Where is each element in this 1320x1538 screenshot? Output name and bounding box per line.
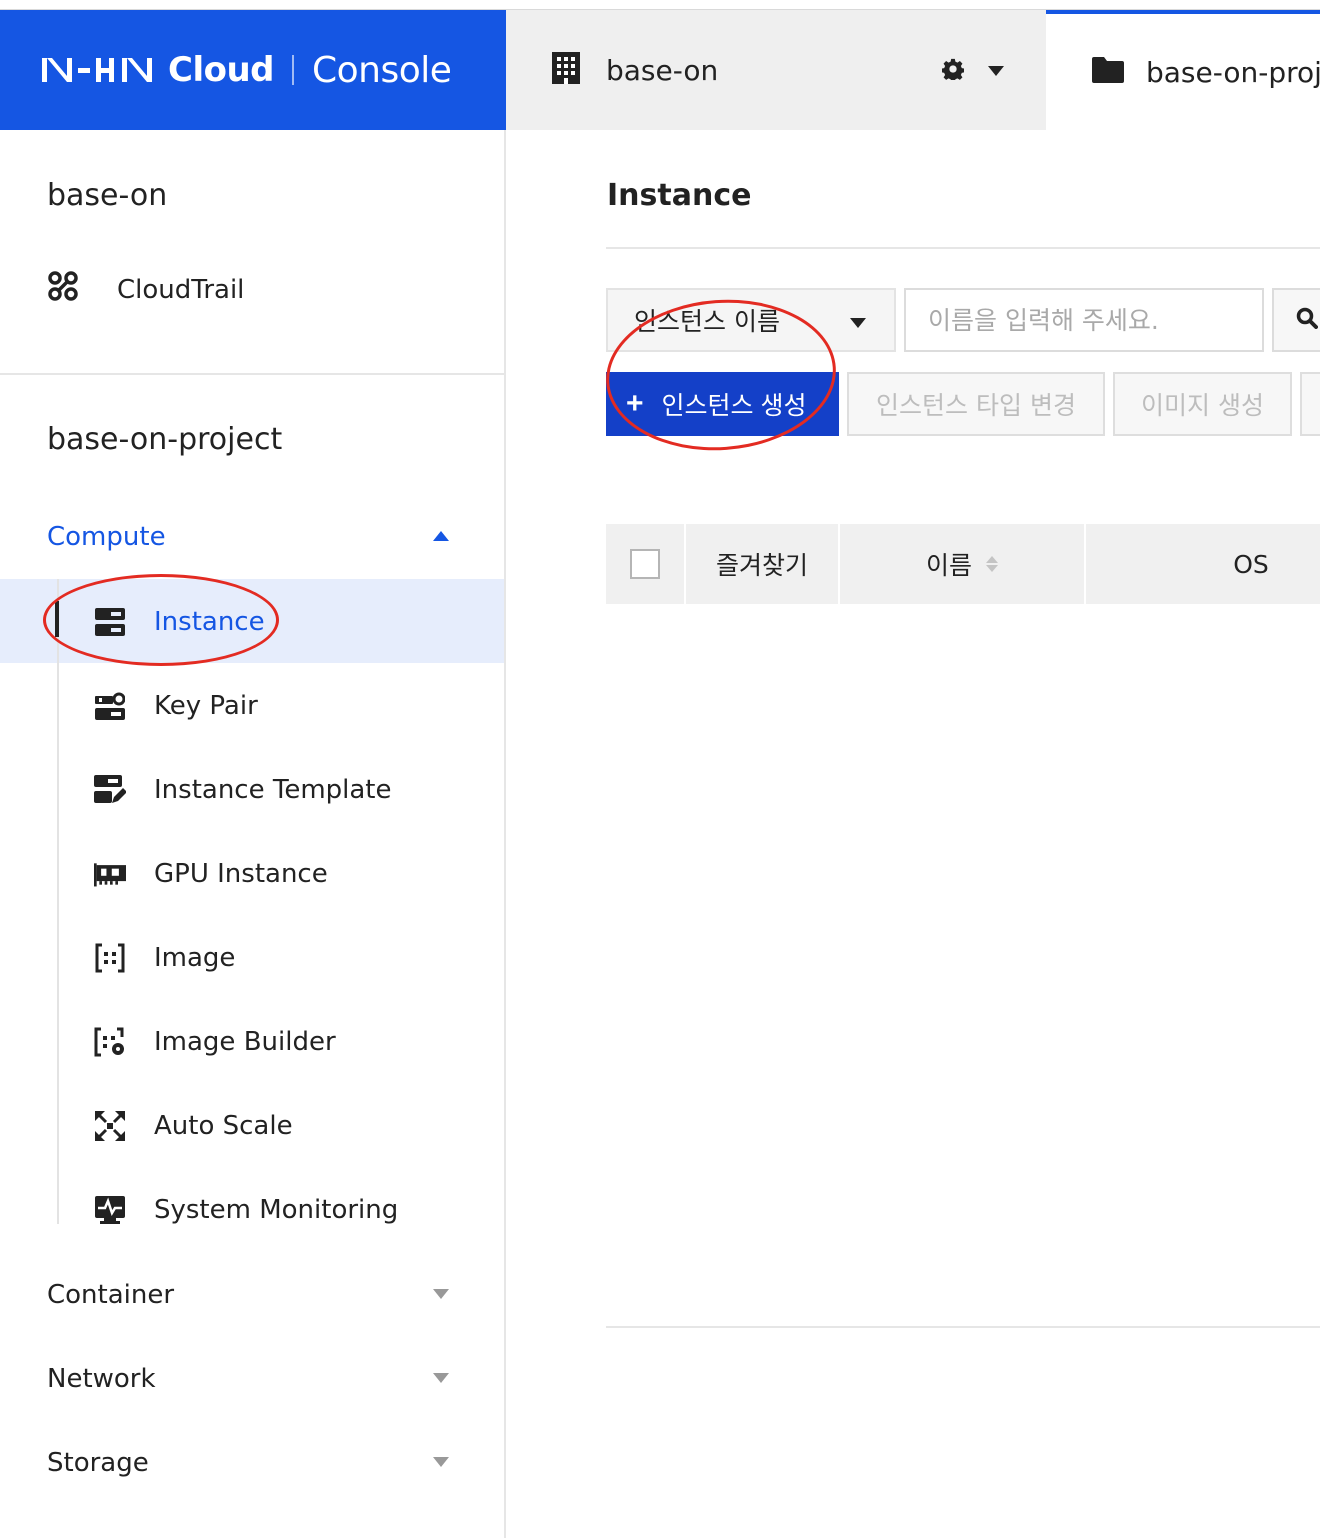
- subtree-guide-line: [57, 579, 59, 1224]
- title-divider: [606, 247, 1320, 249]
- expand-container-icon[interactable]: [433, 1289, 449, 1299]
- page-title: Instance: [607, 178, 752, 213]
- sidebar-item-image-builder[interactable]: Image Builder: [94, 1000, 336, 1084]
- console-logo[interactable]: Cloud Console: [0, 10, 506, 130]
- sidebar-item-label: Image: [154, 943, 236, 973]
- sort-icon[interactable]: [986, 556, 998, 572]
- search-button[interactable]: [1272, 288, 1320, 352]
- sidebar-item-key-pair[interactable]: Key Pair: [94, 664, 258, 748]
- category-container[interactable]: Container: [47, 1280, 174, 1310]
- select-all-cell: [606, 524, 686, 604]
- sidebar-item-label: Image Builder: [154, 1027, 336, 1057]
- project-tab-label: base-on-proje: [1146, 55, 1320, 89]
- create-image-button[interactable]: 이미지 생성: [1113, 372, 1292, 436]
- annotation-circle-instance: [43, 574, 279, 666]
- chevron-down-icon: [850, 318, 866, 328]
- logo-console: Console: [312, 49, 452, 91]
- sidebar-item-label: Auto Scale: [154, 1111, 293, 1141]
- more-actions-button[interactable]: [1300, 372, 1320, 436]
- image-builder-icon: [94, 1026, 126, 1058]
- category-network[interactable]: Network: [47, 1364, 156, 1394]
- template-icon: [94, 774, 126, 806]
- gpu-icon: [94, 858, 126, 890]
- select-all-checkbox[interactable]: [630, 549, 660, 579]
- sidebar-divider: [0, 373, 504, 375]
- column-header-name-label: 이름: [925, 551, 972, 580]
- sidebar-item-label: GPU Instance: [154, 859, 328, 889]
- column-header-favorite[interactable]: 즐겨찾기: [686, 524, 840, 604]
- instance-table-header: 즐겨찾기 이름 OS: [606, 524, 1320, 604]
- logo-separator: [292, 55, 295, 85]
- nhn-logo-icon: [42, 55, 154, 85]
- sidebar-item-label: Instance Template: [154, 775, 392, 805]
- sidebar: base-on CloudTrail base-on-project Compu…: [0, 130, 506, 1538]
- expand-network-icon[interactable]: [433, 1373, 449, 1383]
- org-dropdown-icon[interactable]: [988, 66, 1004, 76]
- table-bottom-border: [606, 1326, 1320, 1328]
- sidebar-item-auto-scale[interactable]: Auto Scale: [94, 1084, 293, 1168]
- column-header-name[interactable]: 이름: [840, 524, 1086, 604]
- sidebar-item-cloudtrail[interactable]: CloudTrail: [47, 270, 244, 309]
- sidebar-item-label: Key Pair: [154, 691, 258, 721]
- project-tab[interactable]: base-on-proje: [1046, 10, 1320, 130]
- collapse-compute-icon[interactable]: [433, 531, 449, 541]
- auto-scale-icon: [94, 1110, 126, 1142]
- sidebar-item-label: System Monitoring: [154, 1195, 399, 1225]
- search-input[interactable]: [904, 288, 1264, 352]
- sidebar-org-name: base-on: [47, 178, 168, 213]
- column-header-os[interactable]: OS: [1086, 524, 1320, 604]
- folder-icon: [1092, 57, 1124, 87]
- key-pair-icon: [94, 690, 126, 722]
- gear-icon[interactable]: [941, 58, 965, 84]
- expand-storage-icon[interactable]: [433, 1457, 449, 1467]
- logo-product: Cloud: [168, 50, 275, 90]
- sidebar-item-image[interactable]: Image: [94, 916, 235, 1000]
- sidebar-item-gpu-instance[interactable]: GPU Instance: [94, 832, 328, 916]
- sidebar-item-label: CloudTrail: [117, 274, 245, 305]
- org-building-icon: [552, 52, 580, 88]
- sidebar-item-system-monitoring[interactable]: System Monitoring: [94, 1168, 398, 1252]
- image-icon: [94, 942, 126, 974]
- category-storage[interactable]: Storage: [47, 1448, 149, 1478]
- change-instance-type-button[interactable]: 인스턴스 타입 변경: [847, 372, 1105, 436]
- monitoring-icon: [94, 1194, 126, 1226]
- sidebar-item-instance-template[interactable]: Instance Template: [94, 748, 392, 832]
- window-top-border: [0, 0, 1320, 10]
- search-icon: [1296, 307, 1318, 333]
- org-name: base-on: [606, 53, 719, 87]
- org-selector[interactable]: base-on: [506, 10, 1046, 130]
- sidebar-project-name: base-on-project: [47, 422, 283, 457]
- cloudtrail-icon: [47, 270, 79, 309]
- category-compute[interactable]: Compute: [47, 522, 166, 552]
